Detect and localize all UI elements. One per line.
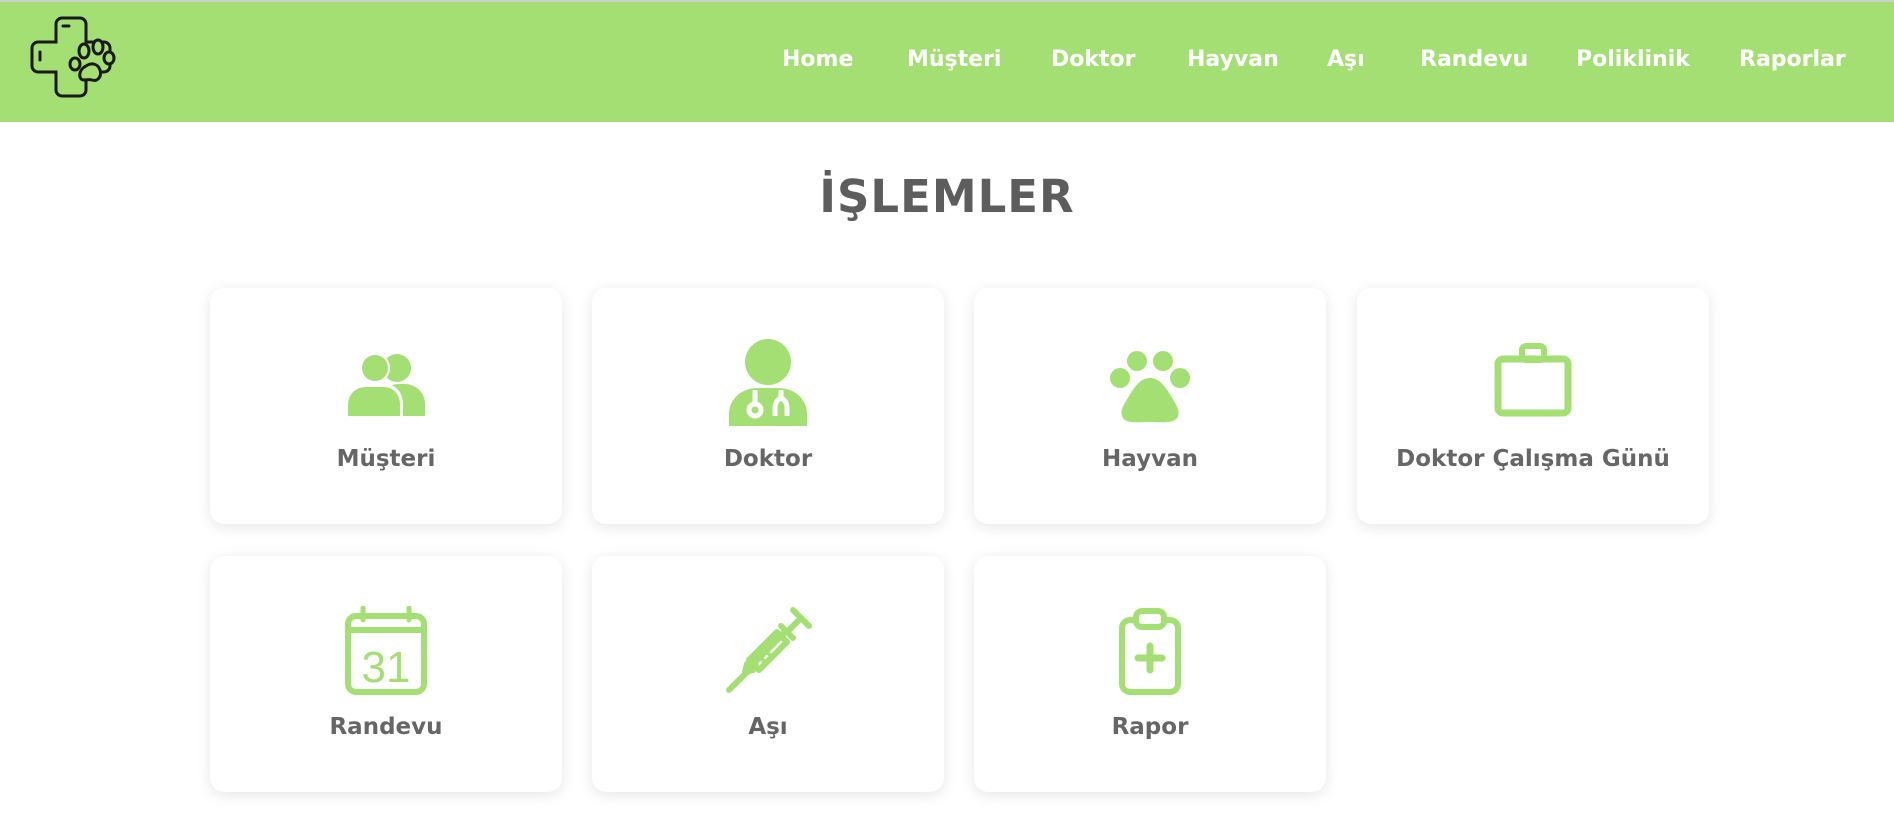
card-label: Müşteri (336, 446, 436, 472)
card-asi[interactable]: Aşı (592, 556, 944, 792)
calendar-day-number: 31 (362, 643, 411, 692)
calendar-icon: 31 (341, 605, 431, 696)
card-rapor[interactable]: Rapor (974, 556, 1326, 792)
nav-raporlar[interactable]: Raporlar (1739, 47, 1846, 72)
card-label: Rapor (1111, 714, 1189, 740)
clipboard-plus-icon (1105, 606, 1195, 696)
page-title: İŞLEMLER (819, 170, 1075, 223)
paw-cross-logo-icon[interactable] (26, 14, 122, 110)
card-hayvan[interactable]: Hayvan (974, 288, 1326, 524)
card-musteri[interactable]: Müşteri (210, 288, 562, 524)
users-icon (341, 338, 431, 428)
card-label: Randevu (329, 714, 443, 740)
card-randevu[interactable]: 31 Randevu (210, 556, 562, 792)
card-label: Doktor (723, 446, 813, 472)
card-label: Aşı (748, 714, 788, 740)
nav-musteri[interactable]: Müşteri (907, 47, 1001, 72)
nav-home[interactable]: Home (782, 47, 853, 72)
briefcase-icon (1488, 338, 1578, 428)
card-label: Doktor Çalışma Günü (1396, 446, 1670, 472)
paw-icon (1105, 338, 1195, 428)
nav-asi[interactable]: Aşı (1327, 47, 1365, 72)
nav-doktor[interactable]: Doktor (1051, 47, 1136, 72)
syringe-icon (723, 606, 813, 696)
nav-poliklinik[interactable]: Poliklinik (1576, 47, 1690, 72)
card-doktor[interactable]: Doktor (592, 288, 944, 524)
nav-randevu[interactable]: Randevu (1420, 47, 1528, 72)
doctor-icon (723, 338, 813, 428)
navbar: Home Müşteri Doktor Hayvan Aşı Randevu P… (0, 2, 1894, 122)
card-label: Hayvan (1102, 446, 1198, 472)
nav-hayvan[interactable]: Hayvan (1187, 47, 1279, 72)
card-doktor-calisma-gunu[interactable]: Doktor Çalışma Günü (1357, 288, 1709, 524)
